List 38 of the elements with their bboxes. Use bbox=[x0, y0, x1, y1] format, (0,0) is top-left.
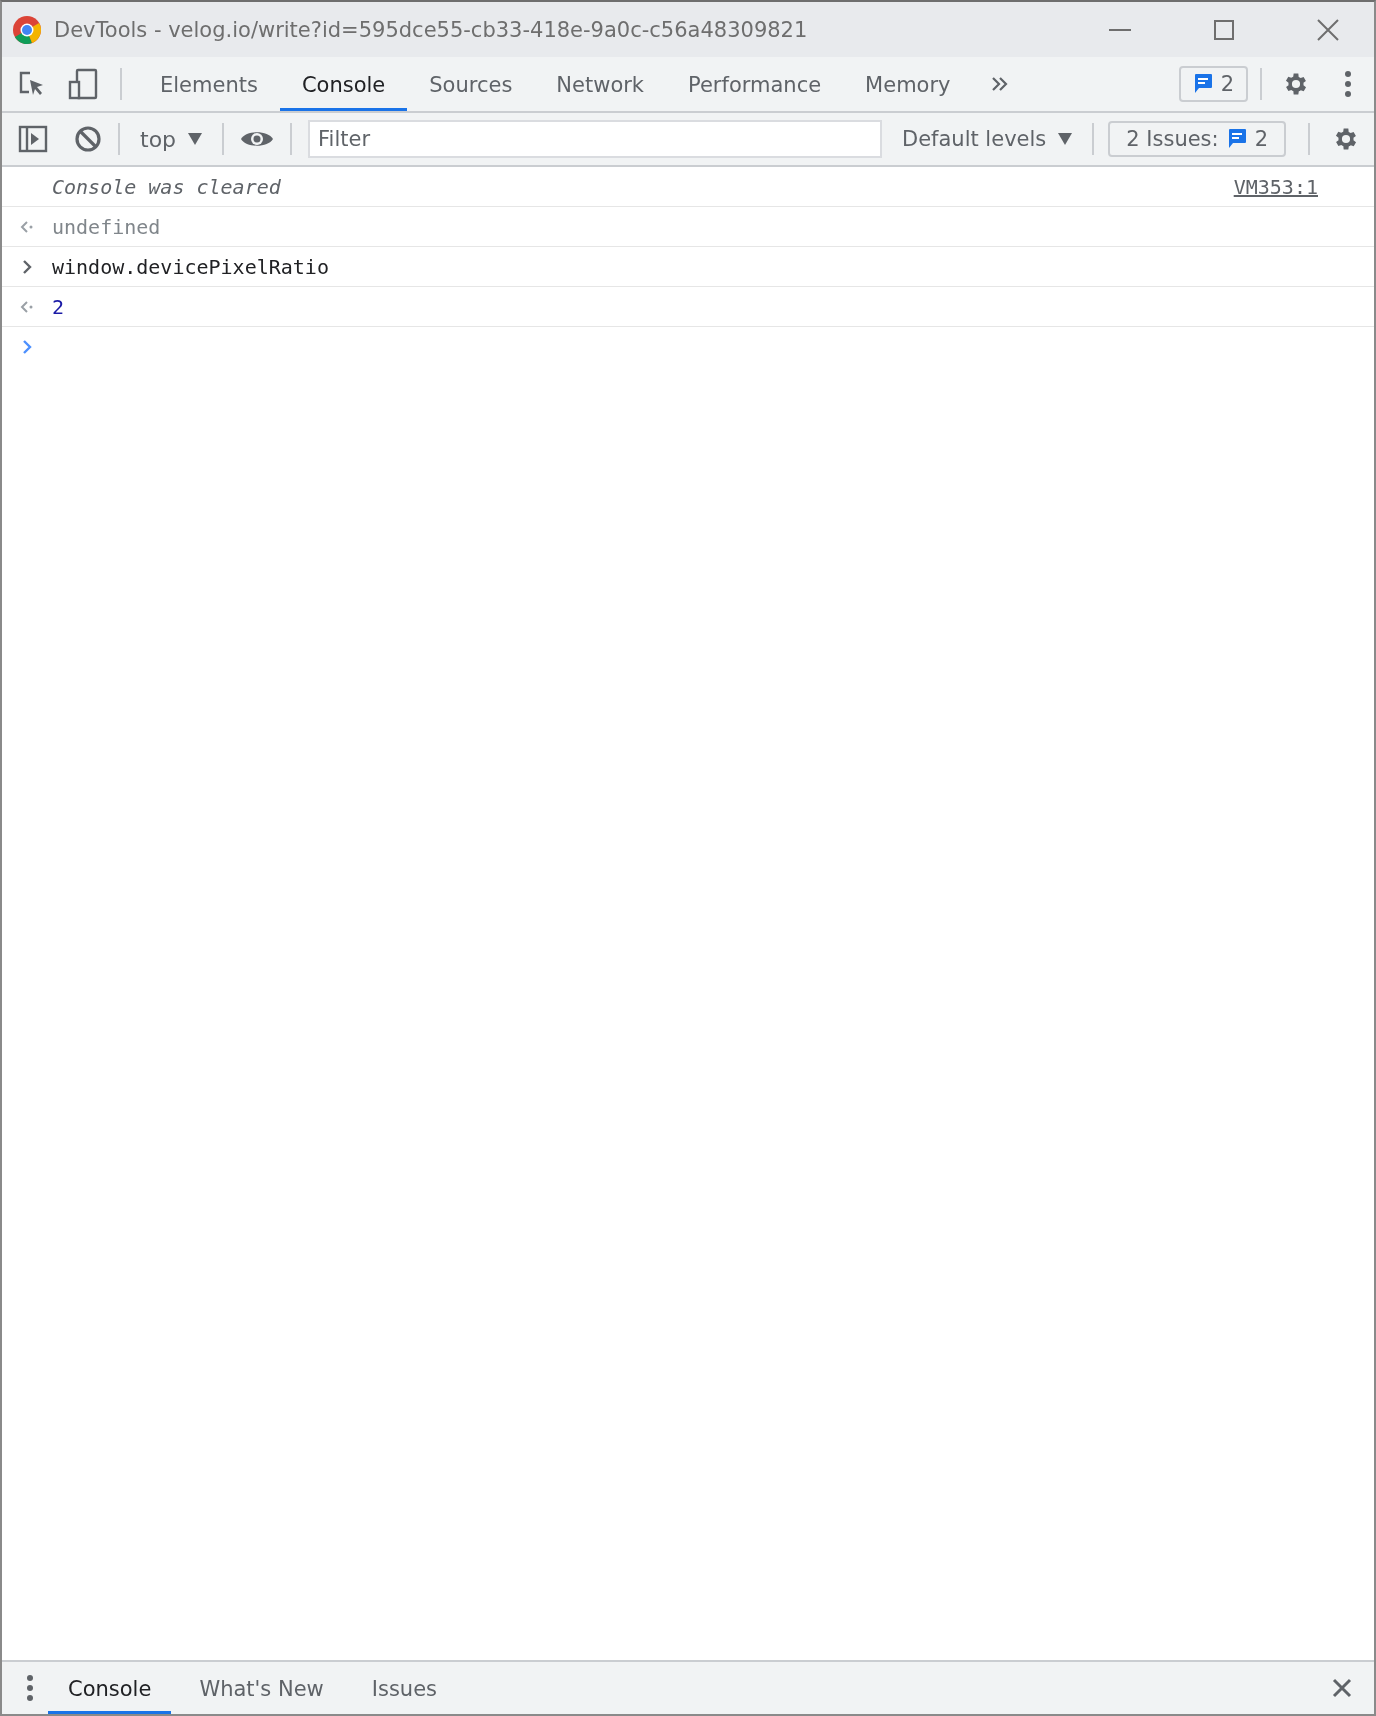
prompt-icon[interactable] bbox=[21, 338, 33, 355]
result-text: 2 bbox=[52, 294, 66, 319]
message-icon bbox=[1226, 128, 1247, 150]
filter-field[interactable]: Filter bbox=[308, 120, 882, 158]
browser-logo-icon bbox=[12, 14, 42, 45]
clear-console-icon[interactable] bbox=[74, 125, 102, 153]
panel-tab[interactable]: Elements bbox=[138, 57, 280, 111]
source-link[interactable]: VM353:1 bbox=[1233, 174, 1318, 199]
drawer-tab[interactable]: Console bbox=[48, 1662, 172, 1714]
dropdown-icon bbox=[1058, 133, 1073, 145]
result-arrow-icon bbox=[20, 219, 34, 234]
device-toolbar-icon[interactable] bbox=[68, 68, 98, 100]
context-selector[interactable]: top bbox=[136, 126, 207, 152]
close-icon bbox=[1317, 18, 1339, 41]
panel-tab[interactable]: Performance bbox=[666, 57, 844, 111]
more-icon[interactable] bbox=[1344, 70, 1352, 98]
result-text: undefined bbox=[52, 214, 162, 239]
result-arrow-icon bbox=[20, 299, 34, 314]
console-message: Console was cleared bbox=[52, 174, 282, 199]
levels-dropdown[interactable]: Default levels bbox=[895, 126, 1079, 152]
command-text: window.devicePixelRatio bbox=[52, 254, 330, 279]
drawer-tab[interactable]: What's New bbox=[179, 1662, 344, 1714]
drawer-tab[interactable]: Issues bbox=[351, 1662, 457, 1714]
panel-tab[interactable]: Sources bbox=[407, 57, 535, 111]
messages-badge[interactable]: 2 bbox=[1178, 66, 1248, 102]
minimize-icon bbox=[1109, 28, 1131, 31]
chevron-right-icon bbox=[21, 258, 33, 275]
panel-tab[interactable]: Memory bbox=[843, 57, 973, 111]
more-icon[interactable] bbox=[26, 1674, 34, 1702]
issues-button[interactable]: 2 Issues: 2 bbox=[1108, 121, 1286, 157]
more-tabs-icon[interactable] bbox=[990, 76, 1009, 92]
close-icon bbox=[1332, 1678, 1352, 1698]
dropdown-icon bbox=[188, 133, 203, 145]
window-title: DevTools - velog.io/write?id=595dce55-cb33-418e-9a0c-c56a48309821 bbox=[54, 17, 809, 42]
maximize-icon bbox=[1214, 19, 1234, 40]
panel-tab[interactable]: Network bbox=[534, 57, 667, 111]
sidebar-toggle-icon[interactable] bbox=[18, 125, 48, 153]
message-icon bbox=[1192, 73, 1213, 95]
